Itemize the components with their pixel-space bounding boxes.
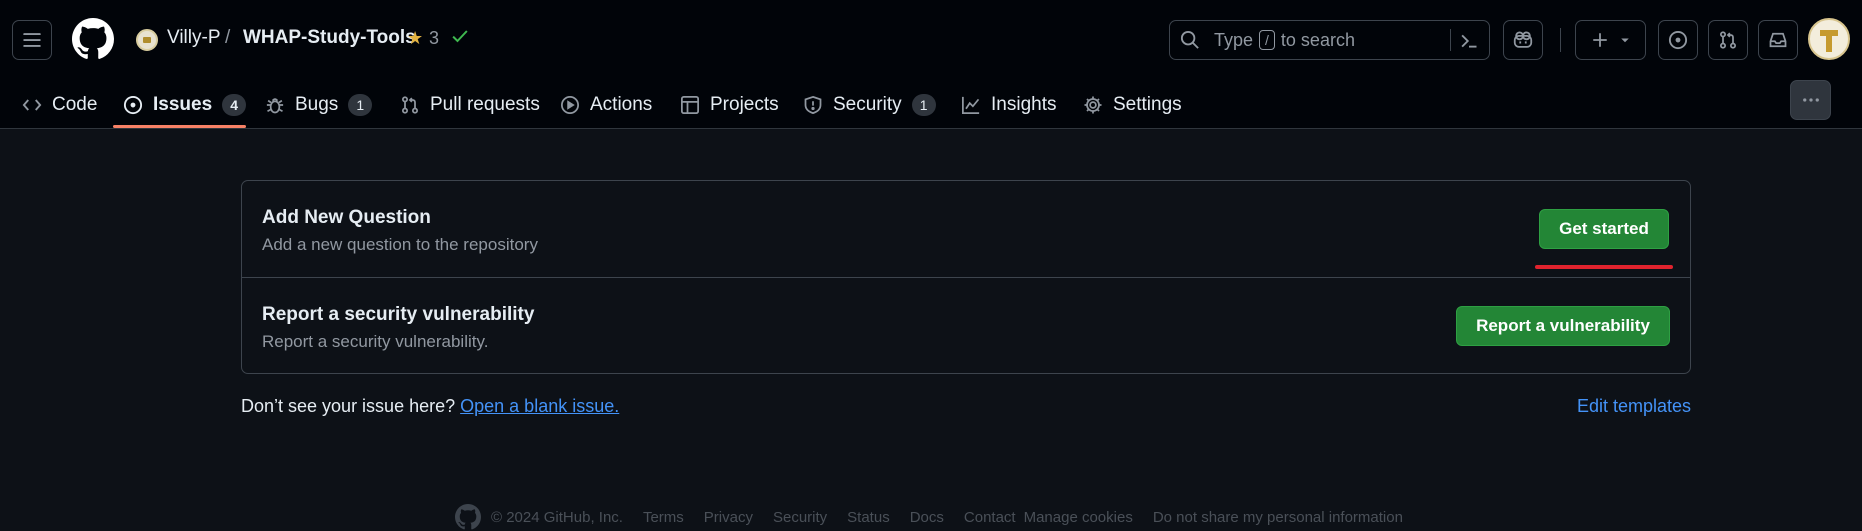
- github-logo-icon[interactable]: [72, 18, 114, 60]
- footer: © 2024 GitHub, Inc. Terms Privacy Securi…: [455, 504, 1423, 530]
- report-vulnerability-button[interactable]: Report a vulnerability: [1456, 306, 1670, 346]
- tab-security[interactable]: Security 1: [803, 80, 936, 129]
- bug-icon: [266, 97, 284, 113]
- play-icon: [561, 95, 579, 114]
- owner-avatar[interactable]: [136, 29, 158, 51]
- tab-security-counter: 1: [911, 93, 936, 116]
- annotation-underline: [1535, 265, 1673, 269]
- footer-link-do-not-share[interactable]: Do not share my personal information: [1153, 509, 1403, 526]
- tab-pull-requests[interactable]: Pull requests: [400, 80, 540, 129]
- issue-opened-icon: [1668, 30, 1688, 50]
- footer-link-status[interactable]: Status: [847, 509, 890, 526]
- command-palette-icon[interactable]: [1455, 27, 1483, 55]
- search-rest-label: to search: [1280, 29, 1355, 50]
- code-icon: [22, 98, 42, 111]
- github-mark-icon[interactable]: [455, 504, 481, 530]
- footer-link-terms[interactable]: Terms: [643, 509, 684, 526]
- star-count: 3: [429, 28, 440, 48]
- check-icon: [452, 30, 468, 43]
- kebab-horizontal-icon: [1802, 98, 1819, 102]
- plus-icon: [1592, 33, 1607, 47]
- shield-icon: [804, 95, 822, 114]
- copilot-icon: [1513, 31, 1533, 48]
- user-avatar[interactable]: [1808, 18, 1850, 60]
- tab-bugs-counter: 1: [348, 93, 373, 116]
- tab-actions[interactable]: Actions: [560, 80, 652, 129]
- template-description: Report a security vulnerability.: [262, 332, 489, 351]
- inbox-icon: [1769, 32, 1787, 48]
- repo-tabs: Code Issues 4 Bugs 1 Pull requests Actio…: [0, 80, 1862, 129]
- footer-copyright: © 2024 GitHub, Inc.: [491, 508, 623, 526]
- tab-security-label: Security: [833, 93, 902, 115]
- breadcrumb-repo[interactable]: WHAP-Study-Tools: [243, 27, 416, 49]
- graph-icon: [962, 96, 980, 114]
- footer-link-docs[interactable]: Docs: [910, 509, 944, 526]
- template-description: Add a new question to the repository: [262, 235, 538, 254]
- your-issues-button[interactable]: [1658, 20, 1698, 60]
- create-new-button[interactable]: [1575, 20, 1646, 60]
- inbox-button[interactable]: [1758, 20, 1798, 60]
- tab-issues-label: Issues: [153, 93, 213, 115]
- issue-opened-icon: [123, 95, 143, 114]
- git-pull-request-icon: [1719, 31, 1737, 49]
- edit-templates-link[interactable]: Edit templates: [1577, 396, 1691, 417]
- search-type-label: Type: [1214, 29, 1254, 50]
- search-divider: [1450, 29, 1451, 51]
- tab-projects[interactable]: Projects: [680, 80, 779, 129]
- selected-tab-indicator: [113, 125, 246, 128]
- tab-issues-counter: 4: [222, 93, 247, 116]
- search-input[interactable]: Type / to search: [1169, 20, 1490, 60]
- search-icon: [1180, 30, 1199, 49]
- tab-issues[interactable]: Issues 4: [123, 80, 247, 129]
- blank-issue-line: Don’t see your issue here? Open a blank …: [241, 396, 619, 417]
- blank-issue-prompt: Don’t see your issue here?: [241, 396, 456, 416]
- git-pull-request-icon: [401, 95, 419, 114]
- breadcrumb-owner[interactable]: Villy-P: [167, 27, 221, 49]
- tab-bugs-label: Bugs: [295, 93, 339, 115]
- template-title: Report a security vulnerability: [262, 304, 535, 325]
- issue-template-list: Add New Question Add a new question to t…: [241, 180, 1691, 374]
- tab-insights[interactable]: Insights: [961, 80, 1056, 129]
- open-blank-issue-link[interactable]: Open a blank issue.: [460, 396, 619, 416]
- tab-code-label: Code: [52, 93, 98, 115]
- app-header: Villy-P / WHAP-Study-Tools ★ 3 Type / to…: [0, 0, 1862, 129]
- menu-button[interactable]: [12, 20, 52, 60]
- footer-link-contact[interactable]: Contact: [964, 509, 1016, 526]
- tab-bugs[interactable]: Bugs 1: [265, 80, 373, 129]
- more-options-button[interactable]: [1790, 80, 1831, 120]
- top-bar: Villy-P / WHAP-Study-Tools ★ 3 Type / to…: [0, 0, 1862, 80]
- get-started-button[interactable]: Get started: [1539, 209, 1669, 249]
- tab-insights-label: Insights: [991, 93, 1057, 115]
- template-title: Add New Question: [262, 207, 431, 228]
- template-row: Report a security vulnerability Report a…: [242, 277, 1690, 373]
- hamburger-icon: [23, 33, 41, 47]
- template-row: Add New Question Add a new question to t…: [242, 181, 1690, 277]
- tab-projects-label: Projects: [710, 93, 779, 115]
- copilot-button[interactable]: [1503, 20, 1543, 60]
- tab-settings[interactable]: Settings: [1083, 80, 1182, 129]
- tab-code[interactable]: Code: [22, 80, 97, 129]
- table-icon: [681, 95, 699, 114]
- header-divider: [1560, 28, 1561, 52]
- gear-icon: [1084, 96, 1102, 113]
- footer-link-privacy[interactable]: Privacy: [704, 509, 753, 526]
- tab-actions-label: Actions: [590, 93, 653, 115]
- triangle-down-icon: [1620, 38, 1629, 43]
- search-shortcut-key: /: [1259, 30, 1275, 50]
- footer-link-manage-cookies[interactable]: Manage cookies: [1024, 509, 1133, 526]
- tab-settings-label: Settings: [1113, 93, 1182, 115]
- search-placeholder: Type / to search: [1214, 30, 1355, 51]
- your-pull-requests-button[interactable]: [1708, 20, 1748, 60]
- tab-pull-requests-label: Pull requests: [430, 93, 540, 115]
- footer-link-security[interactable]: Security: [773, 509, 827, 526]
- star-icon: ★: [407, 28, 424, 48]
- breadcrumb-separator: /: [225, 27, 231, 48]
